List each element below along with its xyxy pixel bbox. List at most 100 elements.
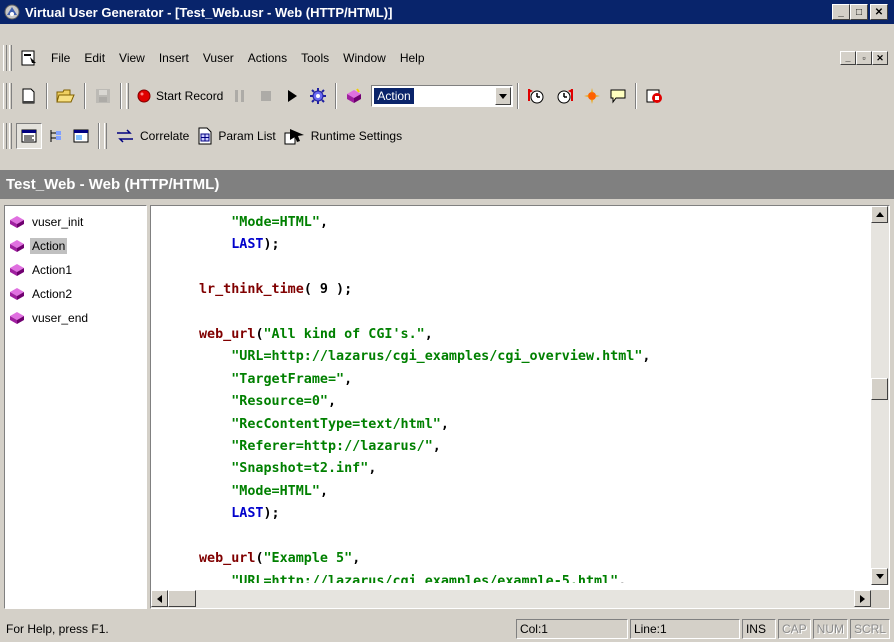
- status-bar: For Help, press F1. Col:1 Line:1 INS CAP…: [0, 615, 894, 642]
- vugen-app-icon[interactable]: [3, 3, 21, 21]
- menu-insert[interactable]: Insert: [152, 48, 196, 68]
- code-line[interactable]: "Mode=HTML",: [199, 481, 858, 503]
- menu-window[interactable]: Window: [336, 48, 393, 68]
- close-button[interactable]: ✕: [870, 4, 888, 20]
- code-token: LAST: [231, 506, 264, 522]
- menu-tools[interactable]: Tools: [294, 48, 336, 68]
- code-line[interactable]: [199, 526, 858, 548]
- start-record-button[interactable]: Start Record: [133, 83, 227, 109]
- maximize-button[interactable]: □: [850, 4, 868, 20]
- vertical-scroll-thumb[interactable]: [871, 378, 888, 400]
- arrow-down-icon: [875, 574, 884, 579]
- code-line[interactable]: [199, 302, 858, 324]
- code-token: LAST: [231, 237, 264, 253]
- mdi-restore-button[interactable]: ▫: [856, 51, 872, 65]
- transaction-start-icon: [528, 89, 544, 104]
- toolbar-separator: [84, 83, 86, 109]
- code-token: "Resource=0": [231, 394, 328, 410]
- window-title: Virtual User Generator - [Test_Web.usr -…: [25, 4, 393, 20]
- start-record-label: Start Record: [156, 89, 224, 103]
- status-ins: INS: [741, 618, 776, 639]
- toolbar2-grip[interactable]: [3, 123, 7, 149]
- menu-view[interactable]: View: [112, 48, 152, 68]
- menu-edit[interactable]: Edit: [77, 48, 112, 68]
- action-button[interactable]: [341, 83, 367, 109]
- code-line[interactable]: web_url("All kind of CGI's.",: [199, 324, 858, 346]
- mdi-close-button[interactable]: ✕: [872, 51, 888, 65]
- code-token: );: [263, 506, 280, 522]
- snapshot-icon: [646, 89, 663, 103]
- code-token: ,: [319, 483, 328, 499]
- action-select[interactable]: Action: [371, 85, 514, 107]
- menu-file[interactable]: File: [44, 48, 77, 68]
- script-view-button[interactable]: [16, 123, 42, 149]
- save-button[interactable]: [90, 83, 116, 109]
- code-line[interactable]: "RecContentType=text/html",: [199, 414, 858, 436]
- code-line[interactable]: "TargetFrame=",: [199, 369, 858, 391]
- code-line[interactable]: "URL=http://lazarus/cgi_examples/cgi_ove…: [199, 346, 858, 368]
- code-line[interactable]: "URL=http://lazarus/cgi_examples/example…: [199, 571, 858, 584]
- output-window-button[interactable]: [68, 123, 94, 149]
- code-line[interactable]: lr_think_time( 9 );: [199, 279, 858, 301]
- code-line[interactable]: [199, 257, 858, 279]
- tree-item-action1[interactable]: Action1: [5, 258, 146, 282]
- runtime-settings-button[interactable]: Runtime Settings: [280, 123, 406, 149]
- code-line[interactable]: "Resource=0",: [199, 391, 858, 413]
- scroll-up-button[interactable]: [871, 206, 888, 223]
- document-title: Test_Web - Web (HTTP/HTML): [6, 176, 220, 193]
- menu-help[interactable]: Help: [393, 48, 432, 68]
- status-cap: CAP: [777, 618, 811, 639]
- scroll-down-button[interactable]: [871, 568, 888, 585]
- toolbar-grip[interactable]: [3, 83, 7, 109]
- menu-actions[interactable]: Actions: [241, 48, 294, 68]
- transaction-end-button[interactable]: [551, 83, 579, 109]
- tree-item-action[interactable]: Action: [5, 234, 146, 258]
- compile-button[interactable]: [305, 83, 331, 109]
- tree-item-action2[interactable]: Action2: [5, 282, 146, 306]
- vertical-scrollbar[interactable]: [871, 206, 889, 585]
- pause-button[interactable]: [227, 83, 253, 109]
- tree-item-vuser-init[interactable]: vuser_init: [5, 210, 146, 234]
- status-cap-text: CAP: [781, 621, 807, 636]
- open-button[interactable]: [52, 83, 80, 109]
- scroll-left-button[interactable]: [151, 590, 168, 607]
- menu-bar: File Edit View Insert Vuser Actions Tool…: [0, 42, 894, 74]
- save-disk-icon: [96, 89, 110, 103]
- code-line[interactable]: LAST);: [199, 503, 858, 525]
- new-button[interactable]: [16, 83, 42, 109]
- rendezvous-button[interactable]: [579, 83, 605, 109]
- transaction-start-button[interactable]: [523, 83, 551, 109]
- tree-view-button[interactable]: [42, 123, 68, 149]
- tree-item-vuser-end[interactable]: vuser_end: [5, 306, 146, 330]
- minimize-icon: _: [838, 6, 844, 18]
- chevron-down-icon[interactable]: [495, 87, 512, 105]
- scrollbar-corner: [871, 590, 889, 608]
- status-ins-text: INS: [745, 621, 766, 636]
- script-editor[interactable]: "Mode=HTML", LAST); lr_think_time( 9 ); …: [150, 205, 890, 609]
- code-line[interactable]: LAST);: [199, 234, 858, 256]
- mdi-minimize-button[interactable]: _: [840, 51, 856, 65]
- run-button[interactable]: [279, 83, 305, 109]
- code-line[interactable]: "Referer=http://lazarus/",: [199, 436, 858, 458]
- snapshot-button[interactable]: [641, 83, 667, 109]
- minimize-button[interactable]: _: [832, 4, 850, 20]
- code-area[interactable]: "Mode=HTML", LAST); lr_think_time( 9 ); …: [151, 206, 858, 583]
- document-icon[interactable]: [20, 49, 38, 67]
- comment-button[interactable]: [605, 83, 631, 109]
- correlate-button[interactable]: Correlate: [111, 123, 193, 149]
- mdi-close-icon: ✕: [876, 52, 884, 63]
- arrow-up-icon: [875, 212, 884, 217]
- code-line[interactable]: "Snapshot=t2.inf",: [199, 458, 858, 480]
- horizontal-scroll-thumb[interactable]: [168, 590, 196, 607]
- scroll-right-button[interactable]: [854, 590, 871, 607]
- menubar-grip[interactable]: [3, 45, 7, 71]
- code-line[interactable]: web_url("Example 5",: [199, 548, 858, 570]
- menu-vuser[interactable]: Vuser: [196, 48, 241, 68]
- horizontal-scrollbar[interactable]: [151, 590, 871, 608]
- toolbar-separator: [335, 83, 338, 109]
- code-line[interactable]: "Mode=HTML",: [199, 212, 858, 234]
- param-list-button[interactable]: Param List: [193, 123, 279, 149]
- tree-view-icon: [50, 130, 61, 142]
- stop-button[interactable]: [253, 83, 279, 109]
- tree-item-label: Action2: [32, 287, 73, 301]
